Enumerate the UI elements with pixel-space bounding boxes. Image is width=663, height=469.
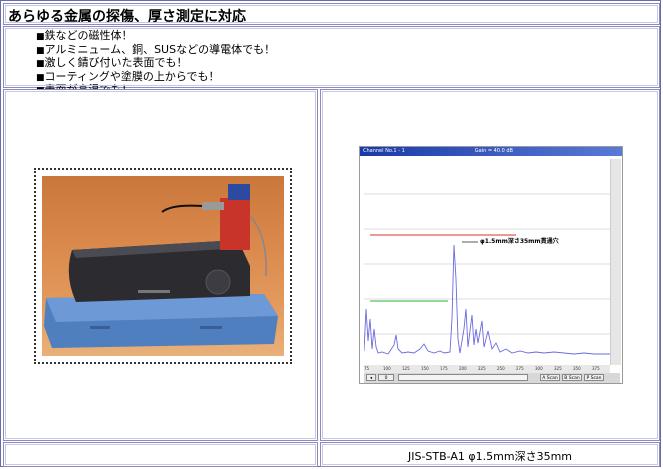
tick-label: 350 [573, 366, 581, 371]
tick-label: 175 [440, 366, 448, 371]
tick-label: 325 [554, 366, 562, 371]
tick-label: 250 [497, 366, 505, 371]
scope-controls: ◂ 0 A Scan B Scan P Scan [364, 373, 620, 383]
feature-item: ■アルミニューム、銅、SUSなどの導電体でも！ [36, 42, 276, 56]
tick-label: 100 [383, 366, 391, 371]
tick-label: 200 [459, 366, 467, 371]
title-cell: あらゆる金属の探傷、厚さ測定に対応 [3, 3, 660, 25]
caption-empty-cell [3, 442, 318, 467]
test-block-photo [42, 176, 284, 356]
tick-label: 300 [535, 366, 543, 371]
waveform-svg: φ1.5mm深さ35mm貫通穴 [363, 193, 610, 355]
a-scan-button[interactable]: A Scan [540, 374, 560, 381]
tick-label: 75 [364, 366, 370, 371]
flaw-annotation: φ1.5mm深さ35mm貫通穴 [480, 238, 559, 245]
a-scan-trace [363, 244, 610, 355]
tick-label: 225 [478, 366, 486, 371]
b-scan-button[interactable]: B Scan [562, 374, 582, 381]
p-scan-button[interactable]: P Scan [584, 374, 604, 381]
bullet-icon: ■ [36, 72, 45, 83]
horizontal-scrollbar[interactable] [398, 374, 528, 381]
scroll-left-button[interactable]: ◂ [366, 374, 376, 381]
flaw-detector-window: Channel No.1 - 1 Gain = 40.0 dB φ1.5mm深さ… [359, 146, 623, 384]
features-cell: ■鉄などの磁性体！ ■アルミニューム、銅、SUSなどの導電体でも！ ■激しく錆び… [3, 26, 660, 96]
caption-cell: JIS-STB-A1 φ1.5mm深さ35mm [320, 442, 660, 467]
chart-caption: JIS-STB-A1 φ1.5mm深さ35mm [407, 450, 573, 463]
photo-cell [3, 89, 318, 441]
tick-label: 375 [592, 366, 600, 371]
feature-item: ■鉄などの磁性体！ [36, 29, 133, 42]
chart-cell: Channel No.1 - 1 Gain = 40.0 dB φ1.5mm深さ… [320, 89, 660, 441]
tick-label: 150 [421, 366, 429, 371]
waveform-plot: φ1.5mm深さ35mm貫通穴 [363, 159, 611, 365]
page-title: あらゆる金属の探傷、厚さ測定に対応 [8, 9, 246, 25]
feature-item: ■コーティングや塗膜の上からでも！ [36, 69, 220, 83]
feature-item: ■激しく錆び付いた表面でも！ [36, 56, 188, 69]
test-block-illustration [44, 184, 278, 348]
feature-list: ■鉄などの磁性体！ ■アルミニューム、銅、SUSなどの導電体でも！ ■激しく錆び… [36, 30, 275, 98]
bullet-icon: ■ [36, 32, 45, 42]
page-frame: あらゆる金属の探傷、厚さ測定に対応 ■鉄などの磁性体！ ■アルミニューム、銅、S… [0, 0, 661, 467]
scope-title-bar: Channel No.1 - 1 Gain = 40.0 dB [360, 147, 622, 156]
tick-label: 125 [402, 366, 410, 371]
bullet-icon: ■ [36, 59, 45, 69]
range-stepper[interactable]: 0 [378, 374, 394, 381]
x-axis-ticks: 75 100 125 150 175 200 225 250 275 300 3… [364, 365, 610, 373]
photo-frame [34, 168, 292, 364]
probe-housing [220, 198, 250, 250]
vertical-scrollbar[interactable] [611, 159, 621, 365]
tick-label: 275 [516, 366, 524, 371]
bullet-icon: ■ [36, 45, 45, 56]
